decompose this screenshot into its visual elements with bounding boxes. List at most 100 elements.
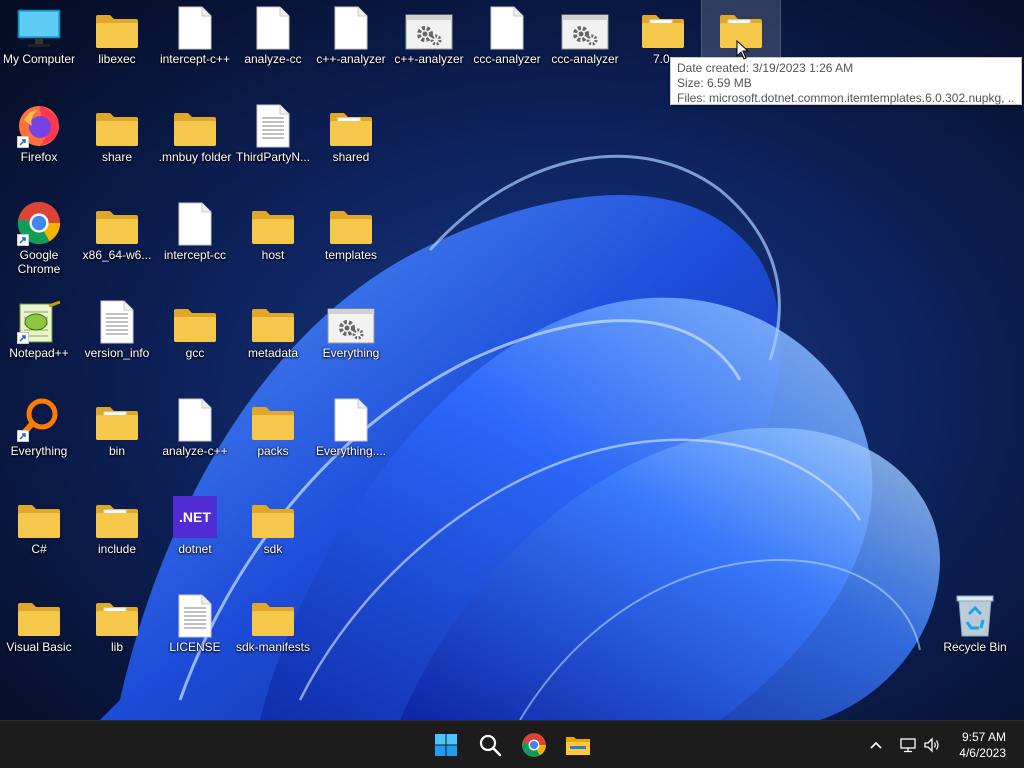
desktop-icon[interactable]: sdk [234,490,312,586]
file-icon [171,396,219,442]
desktop-icon[interactable]: Everything.... [312,392,390,488]
monitor-icon [15,4,63,50]
folder-icon [249,298,297,344]
desktop-icon[interactable]: ccc-analyzer [546,0,624,96]
shortcut-arrow-icon [17,136,29,148]
desktop-icon[interactable]: intercept-cc [156,196,234,292]
desktop-icon[interactable]: Notepad++ [0,294,78,390]
desktop-icon[interactable]: lib [78,588,156,684]
search-icon [479,734,502,757]
desktop-icon[interactable]: x86_64-w6... [78,196,156,292]
tray-overflow-button[interactable] [866,735,886,755]
desktop-icon[interactable]: version_info [78,294,156,390]
desktop-icon[interactable]: Everything [0,392,78,488]
desktop-icon-label: ccc-analyzer [551,52,619,66]
file-tooltip: Date created: 3/19/2023 1:26 AM Size: 6.… [670,57,1022,105]
taskbar-file-explorer-button[interactable] [560,727,596,763]
desktop-icon[interactable]: C# [0,490,78,586]
desktop-icon[interactable]: My Computer [0,0,78,96]
clock-date: 4/6/2023 [959,746,1006,760]
folder-icon [171,102,219,148]
notepad-plus-plus-icon [15,298,63,344]
desktop-icon[interactable]: templates [312,196,390,292]
tooltip-date-created: Date created: 3/19/2023 1:26 AM [677,61,854,75]
desktop-icon-label: analyze-cc [244,52,302,66]
folder-icon [93,494,141,540]
tray-volume-button[interactable] [922,735,942,755]
text-file-icon [93,298,141,344]
shortcut-arrow-icon [17,234,29,246]
desktop-icon[interactable]: Google Chrome [0,196,78,292]
desktop-icon[interactable]: packs [234,392,312,488]
tooltip-files: Files: microsoft.dotnet.common.itemtempl… [677,91,1015,105]
desktop-icon-label: My Computer [2,52,76,66]
folder-icon [327,200,375,246]
desktop-icon-label: templates [324,248,378,262]
desktop-icon[interactable]: host [234,196,312,292]
desktop-icon[interactable]: .NET dotnet [156,490,234,586]
desktop-icon[interactable]: gcc [156,294,234,390]
desktop-icon[interactable]: analyze-c++ [156,392,234,488]
desktop-icon[interactable]: ccc-analyzer [468,0,546,96]
desktop-icon-label: lib [110,640,123,654]
desktop-icon-label: bin [108,444,125,458]
desktop-icon[interactable]: analyze-cc [234,0,312,96]
folder-icon [93,200,141,246]
desktop-icon[interactable]: bin [78,392,156,488]
desktop-icon[interactable]: intercept-c++ [156,0,234,96]
desktop-icon-label: Google Chrome [17,248,61,276]
desktop-icon[interactable]: Recycle Bin [936,588,1014,684]
taskbar-clock[interactable]: 9:57 AM 4/6/2023 [959,729,1006,761]
desktop-icon-label: x86_64-w6... [82,248,152,262]
desktop-icon-label: packs [257,444,289,458]
folder-icon [249,494,297,540]
shortcut-arrow-icon [17,430,29,442]
taskbar-start-button[interactable] [428,727,464,763]
desktop-icon[interactable]: c++-analyzer [312,0,390,96]
desktop-icon[interactable]: Everything [312,294,390,390]
desktop-icon[interactable]: metadata [234,294,312,390]
recycle-bin-icon [951,592,999,638]
file-icon [171,4,219,50]
desktop-icon[interactable]: LICENSE [156,588,234,684]
file-icon [327,396,375,442]
desktop-icon-label: gcc [185,346,205,360]
tray-network-button[interactable] [898,735,918,755]
dotnet-logo-label: .NET [173,496,217,538]
desktop-icon[interactable]: share [78,98,156,194]
desktop-icon-label: include [97,542,137,556]
settings-file-icon [561,4,609,50]
settings-file-icon [405,4,453,50]
taskbar-chrome-button[interactable] [516,727,552,763]
desktop-icon[interactable]: libexec [78,0,156,96]
desktop-icon-label: Everything.... [315,444,387,458]
text-file-icon [171,592,219,638]
desktop-icon-label: Notepad++ [9,346,69,360]
desktop-icon[interactable]: c++-analyzer [390,0,468,96]
desktop-icon[interactable]: Visual Basic [0,588,78,684]
desktop-icon[interactable]: shared [312,98,390,194]
everything-search-icon [15,396,63,442]
desktop-icon-label: analyze-c++ [162,444,228,458]
folder-icon [93,396,141,442]
folder-icon [327,102,375,148]
desktop-icon-label: host [261,248,285,262]
desktop-icon[interactable]: sdk-manifests [234,588,312,684]
desktop-icon-label: Recycle Bin [943,640,1007,654]
desktop-icon-label: LICENSE [169,640,221,654]
desktop-icon[interactable]: ThirdPartyN... [234,98,312,194]
desktop-icon[interactable]: Firefox [0,98,78,194]
desktop-icon[interactable]: .mnbuy folder [156,98,234,194]
taskbar-search-button[interactable] [472,727,508,763]
folder-icon [93,102,141,148]
file-icon [171,200,219,246]
desktop-icon[interactable]: include [78,490,156,586]
clock-time: 9:57 AM [961,730,1006,744]
firefox-icon [15,102,63,148]
desktop-icon-label: share [101,150,133,164]
folder-icon [249,396,297,442]
desktop-icon-label: c++-analyzer [316,52,386,66]
desktop-icon-label: dotnet [178,542,212,556]
desktop-icon-label: C# [31,542,47,556]
desktop-icon-label: Visual Basic [6,640,72,654]
